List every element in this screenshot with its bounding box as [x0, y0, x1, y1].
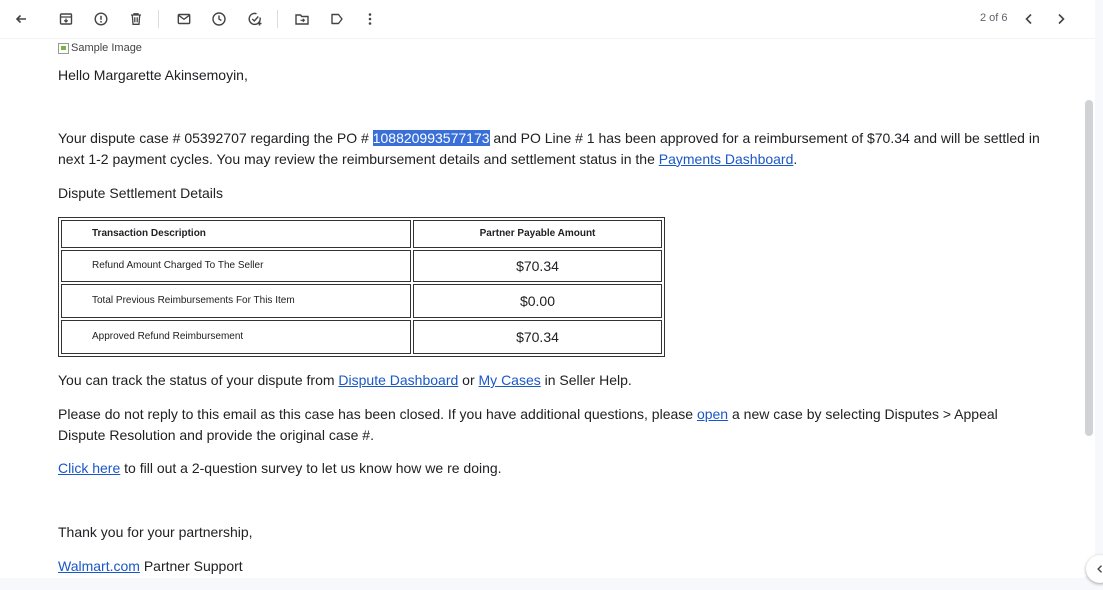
payments-dashboard-link[interactable]: Payments Dashboard: [659, 151, 794, 167]
my-cases-link[interactable]: My Cases: [479, 372, 541, 388]
po-number-selected[interactable]: 108820993577173: [372, 130, 490, 146]
email-view: 2 of 6 Sample Image Hello Margarette Aki…: [0, 0, 1095, 578]
broken-image: Sample Image: [58, 38, 142, 59]
broken-image-icon: [58, 42, 69, 54]
add-task-icon[interactable]: [243, 7, 267, 31]
snooze-icon[interactable]: [207, 7, 231, 31]
closing: Thank you for your partnership,: [58, 524, 253, 540]
report-spam-icon[interactable]: [89, 7, 113, 31]
scrollbar-thumb[interactable]: [1085, 100, 1093, 436]
para-do-not-reply: Please do not reply to this email as thi…: [58, 406, 998, 443]
table-header: Transaction Description: [61, 220, 411, 248]
para-survey: Click here to fill out a 2-question surv…: [58, 460, 502, 476]
greeting: Hello Margarette Akinsemoyin,: [58, 67, 248, 83]
dispute-dashboard-link[interactable]: Dispute Dashboard: [338, 372, 458, 388]
archive-icon[interactable]: [54, 7, 78, 31]
table-header: Partner Payable Amount: [413, 220, 662, 248]
more-vert-icon[interactable]: [358, 7, 382, 31]
chevron-left-icon: [1097, 565, 1102, 573]
back-icon[interactable]: [9, 7, 33, 31]
table-header-row: Transaction Description Partner Payable …: [61, 220, 662, 248]
toolbar: 2 of 6: [0, 0, 1095, 39]
prev-message-icon[interactable]: [1017, 7, 1041, 31]
section-title: Dispute Settlement Details: [58, 185, 223, 201]
table-row: Total Previous Reimbursements For This I…: [61, 284, 662, 318]
table-cell: $70.34: [413, 250, 662, 282]
table-row: Approved Refund Reimbursement $70.34: [61, 320, 662, 354]
survey-link[interactable]: Click here: [58, 460, 120, 476]
image-alt-text: Sample Image: [71, 42, 142, 54]
message-counter: 2 of 6: [980, 12, 1008, 24]
delete-icon[interactable]: [124, 7, 148, 31]
next-message-icon[interactable]: [1049, 7, 1073, 31]
para-dispute-approved: Your dispute case # 05392707 regarding t…: [58, 130, 1040, 167]
table-cell: Total Previous Reimbursements For This I…: [61, 284, 411, 318]
signature: Walmart.com Partner Support: [58, 558, 243, 574]
table-cell: Approved Refund Reimbursement: [61, 320, 411, 354]
table-cell: $0.00: [413, 284, 662, 318]
para-track-status: You can track the status of your dispute…: [58, 372, 632, 388]
mark-unread-icon[interactable]: [172, 7, 196, 31]
open-case-link[interactable]: open: [697, 406, 728, 422]
table-row: Refund Amount Charged To The Seller $70.…: [61, 250, 662, 282]
settlement-table: Transaction Description Partner Payable …: [58, 217, 665, 357]
move-to-icon[interactable]: [290, 7, 314, 31]
table-cell: Refund Amount Charged To The Seller: [61, 250, 411, 282]
side-panel-toggle[interactable]: [1086, 555, 1103, 583]
walmart-link[interactable]: Walmart.com: [58, 558, 140, 574]
label-icon[interactable]: [325, 7, 349, 31]
table-cell: $70.34: [413, 320, 662, 354]
